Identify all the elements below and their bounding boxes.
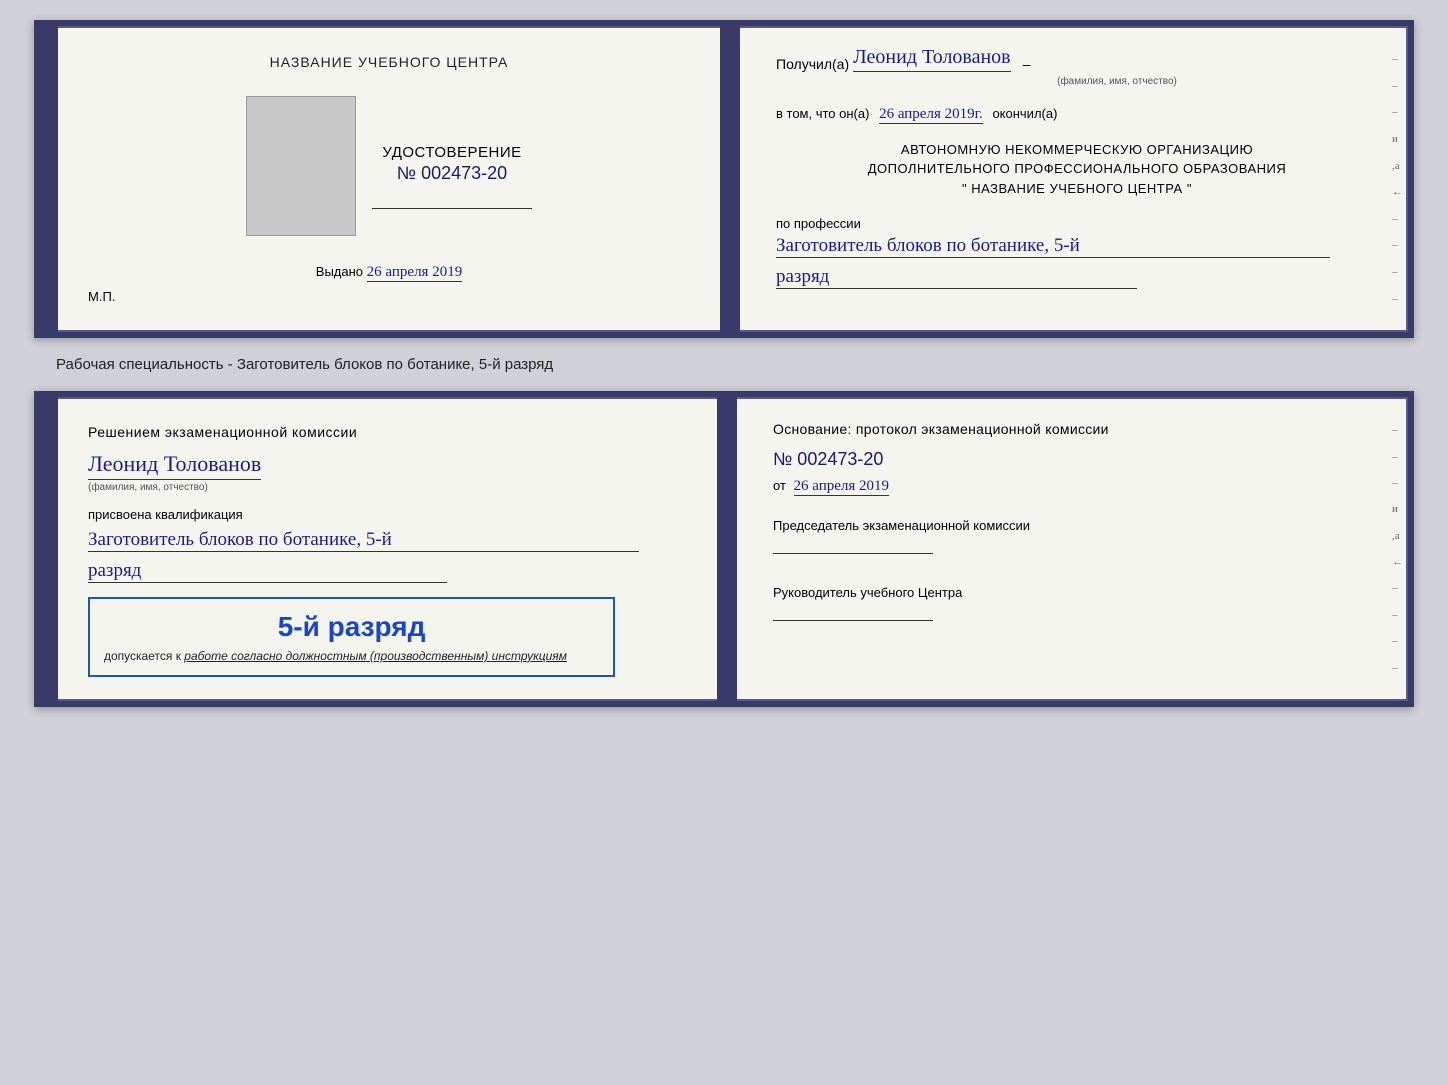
- doc2-side-marks: – – – и ,а ← – – – –: [1392, 397, 1403, 701]
- spine2-left: [40, 397, 58, 701]
- doc2-left-panel: Решением экзаменационной комиссии Леонид…: [58, 397, 719, 701]
- document-2: Решением экзаменационной комиссии Леонид…: [34, 391, 1414, 707]
- received-prefix: Получил(а): [776, 56, 849, 72]
- doc1-right-panel: Получил(а) Леонид Толованов – (фамилия, …: [740, 26, 1408, 332]
- doc2-rank-value: разряд: [88, 560, 447, 583]
- cert-title: УДОСТОВЕРЕНИЕ: [372, 144, 532, 161]
- from-line: от 26 апреля 2019: [773, 478, 1372, 495]
- cert-number: № 002473-20: [372, 163, 532, 184]
- center-head-label: Руководитель учебного Центра: [773, 584, 1372, 602]
- stamp-italic-text: работе согласно должностным (производств…: [184, 649, 567, 663]
- photo-placeholder: [246, 96, 356, 236]
- profession-label: по профессии: [776, 216, 1378, 231]
- doc2-person-name: Леонид Толованов: [88, 451, 261, 480]
- mp-label: М.П.: [88, 289, 115, 304]
- center-head-block: Руководитель учебного Центра: [773, 584, 1372, 621]
- commission-heading: Решением экзаменационной комиссии: [88, 421, 687, 443]
- doc2-right-panel: Основание: протокол экзаменационной коми…: [737, 397, 1408, 701]
- issued-line: Выдано 26 апреля 2019: [316, 264, 462, 281]
- org-line1: АВТОНОМНУЮ НЕКОММЕРЧЕСКУЮ ОРГАНИЗАЦИЮ: [776, 140, 1378, 160]
- training-center-heading: НАЗВАНИЕ УЧЕБНОГО ЦЕНТРА: [270, 54, 509, 70]
- doc2-number: № 002473-20: [773, 449, 1372, 470]
- confirm-suffix: окончил(а): [992, 106, 1057, 121]
- confirm-line: в том, что он(а) 26 апреля 2019г. окончи…: [776, 103, 1378, 126]
- commission-chair-label: Председатель экзаменационной комиссии: [773, 517, 1372, 535]
- org-block: АВТОНОМНУЮ НЕКОММЕРЧЕСКУЮ ОРГАНИЗАЦИЮ ДО…: [776, 140, 1378, 199]
- profession-value: Заготовитель блоков по ботанике, 5-й: [776, 235, 1330, 258]
- issued-label: Выдано: [316, 264, 363, 279]
- doc2-person-sublabel: (фамилия, имя, отчество): [88, 482, 687, 493]
- doc1-left-panel: НАЗВАНИЕ УЧЕБНОГО ЦЕНТРА УДОСТОВЕРЕНИЕ №…: [58, 26, 722, 332]
- center-head-sig-line: [773, 620, 933, 621]
- spine-left: [40, 26, 58, 332]
- side-marks: – – – и ,а ← – – – –: [1392, 26, 1403, 332]
- confirm-date: 26 апреля 2019г.: [879, 106, 983, 124]
- confirm-prefix: в том, что он(а): [776, 106, 869, 121]
- doc2-from-date: 26 апреля 2019: [794, 478, 890, 496]
- recipient-sublabel: (фамилия, имя, отчество): [856, 76, 1378, 87]
- stamp-prefix: допускается к работе согласно должностны…: [104, 649, 599, 663]
- qualification-label: присвоена квалификация: [88, 505, 687, 525]
- recipient-name: Леонид Толованов: [853, 46, 1011, 72]
- from-prefix: от: [773, 478, 786, 493]
- stamp-box: 5-й разряд допускается к работе согласно…: [88, 597, 615, 677]
- org-line3: " НАЗВАНИЕ УЧЕБНОГО ЦЕНТРА ": [776, 179, 1378, 199]
- org-line2: ДОПОЛНИТЕЛЬНОГО ПРОФЕССИОНАЛЬНОГО ОБРАЗО…: [776, 159, 1378, 179]
- specialty-label: Рабочая специальность - Заготовитель бло…: [56, 356, 553, 373]
- issued-date: 26 апреля 2019: [367, 264, 463, 282]
- rank-value: разряд: [776, 266, 1137, 289]
- spine-center: [722, 26, 740, 332]
- doc2-qualification-value: Заготовитель блоков по ботанике, 5-й: [88, 529, 639, 552]
- commission-chair-block: Председатель экзаменационной комиссии: [773, 517, 1372, 554]
- document-1: НАЗВАНИЕ УЧЕБНОГО ЦЕНТРА УДОСТОВЕРЕНИЕ №…: [34, 20, 1414, 338]
- stamp-rank: 5-й разряд: [104, 611, 599, 643]
- received-line: Получил(а) Леонид Толованов –: [776, 46, 1378, 72]
- spine2-center: [719, 397, 737, 701]
- basis-heading: Основание: протокол экзаменационной коми…: [773, 421, 1372, 437]
- commission-chair-sig-line: [773, 553, 933, 554]
